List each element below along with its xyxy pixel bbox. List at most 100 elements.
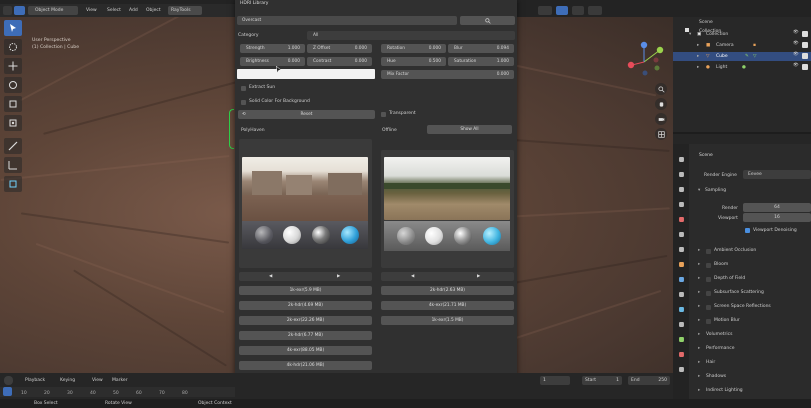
editor-type-button[interactable] [3, 6, 12, 15]
panel-expand-icon[interactable]: ▸ [698, 248, 700, 253]
panel-enable-checkbox[interactable] [706, 263, 711, 268]
solid-color-checkbox[interactable] [241, 100, 246, 105]
measure-tool[interactable] [4, 157, 22, 173]
constraints-tab-icon[interactable] [676, 319, 686, 329]
extract-sun-checkbox[interactable] [241, 86, 246, 91]
panel-enable-checkbox[interactable] [706, 319, 711, 324]
timeline-menu-keying[interactable]: Keying [60, 378, 75, 383]
panel-expand-icon[interactable]: ▸ [698, 304, 700, 309]
playhead[interactable] [3, 387, 12, 396]
prev-icon[interactable]: ◀ [269, 272, 272, 281]
raytools-menu[interactable]: RayTools [168, 6, 202, 15]
polyhaven-download-button[interactable]: 1k-exr(5.9 MB) [239, 286, 372, 295]
collection-tab-icon[interactable] [676, 244, 686, 254]
properties-panel-title[interactable]: Depth of Field [714, 276, 745, 281]
panel-enable-checkbox[interactable] [706, 277, 711, 282]
polyhaven-download-button[interactable]: 4k-exr(88.05 MB) [239, 346, 372, 355]
render-icon[interactable] [802, 64, 808, 70]
render-engine-select[interactable]: Eevee [743, 170, 811, 179]
render-tab-icon[interactable] [676, 169, 686, 179]
solid-color-swatch[interactable] [237, 69, 375, 79]
sampling-panel-title[interactable]: Sampling [705, 188, 726, 193]
render-icon[interactable] [802, 53, 808, 59]
show-all-button[interactable]: Show All [427, 125, 512, 134]
menu-view[interactable]: View [86, 7, 97, 15]
panel-expand-icon[interactable]: ▸ [698, 262, 700, 267]
polyhaven-download-button[interactable]: 4k-hdr(21.06 MB) [239, 361, 372, 370]
visibility-eye-icon[interactable]: 👁 [793, 41, 799, 46]
properties-panel-title[interactable]: Subsurface Scattering [714, 290, 764, 295]
strength-field[interactable]: Strength 1.000 [240, 44, 305, 53]
panel-expand-icon[interactable]: ▸ [698, 374, 700, 379]
panel-enable-checkbox[interactable] [706, 291, 711, 296]
scene-tab-icon[interactable] [676, 214, 686, 224]
sampling-expand-icon[interactable]: ▾ [698, 188, 700, 193]
object-tab-icon[interactable] [676, 259, 686, 269]
render-icon[interactable] [802, 42, 808, 48]
render-samples-field[interactable]: 64 [743, 203, 811, 212]
grid-view-icon[interactable] [655, 128, 667, 140]
properties-panel-title[interactable]: Bloom [714, 262, 728, 267]
transform-orientation-icon[interactable] [538, 6, 552, 15]
start-frame-field[interactable]: Start 1 [582, 376, 622, 385]
mix-factor-field[interactable]: Mix Factor 0.000 [381, 70, 514, 79]
saturation-field[interactable]: Saturation 1.000 [448, 57, 514, 66]
reset-button[interactable]: ⟲ Reset [238, 110, 375, 119]
properties-panel-title[interactable]: Motion Blur [714, 318, 740, 323]
view-layer-tab-icon[interactable] [676, 199, 686, 209]
end-frame-field[interactable]: End 250 [628, 376, 670, 385]
snap-icon[interactable] [572, 6, 584, 15]
offline-download-button[interactable]: 4k-exr(21.71 MB) [381, 301, 514, 310]
timeline-menu-view[interactable]: View [92, 378, 103, 383]
offline-download-button[interactable]: 1k-exr(1.5 MB) [381, 316, 514, 325]
modifier-tab-icon[interactable] [676, 274, 686, 284]
outliner-collection-row[interactable]: ▾ ▣ Collection [673, 30, 811, 39]
output-tab-icon[interactable] [676, 184, 686, 194]
blur-field[interactable]: Blur 0.094 [448, 44, 514, 53]
particles-tab-icon[interactable] [676, 289, 686, 299]
world-tab-icon[interactable] [676, 229, 686, 239]
expand-icon[interactable]: ▾ [689, 30, 691, 39]
material-tab-icon[interactable] [676, 349, 686, 359]
polyhaven-download-button[interactable]: 2k-hdr(6.77 MB) [239, 331, 372, 340]
rotation-field[interactable]: Rotation 0.000 [381, 44, 446, 53]
zoom-icon[interactable] [655, 83, 667, 95]
properties-panel-title[interactable]: Screen Space Reflections [714, 304, 771, 309]
pivot-icon[interactable] [556, 6, 568, 15]
cursor-tool[interactable] [4, 39, 22, 55]
panel-expand-icon[interactable]: ▸ [698, 290, 700, 295]
properties-panel-title[interactable]: Indirect Lighting [706, 388, 743, 393]
expand-icon[interactable]: ▸ [697, 41, 699, 50]
hue-field[interactable]: Hue 0.500 [381, 57, 446, 66]
properties-panel-title[interactable]: Shadows [706, 374, 726, 379]
texture-tab-icon[interactable] [676, 364, 686, 374]
outliner-light-row[interactable]: ▸ ● Light ● [673, 63, 811, 72]
properties-panel-title[interactable]: Ambient Occlusion [714, 248, 756, 253]
next-icon[interactable]: ▶ [337, 272, 340, 281]
category-select[interactable]: All [307, 31, 515, 40]
expand-icon[interactable]: ▸ [697, 63, 699, 72]
panel-enable-checkbox[interactable] [706, 305, 711, 310]
viewport-samples-field[interactable]: 16 [743, 213, 811, 222]
panel-expand-icon[interactable]: ▸ [698, 276, 700, 281]
timeline-menu-playback[interactable]: Playback [25, 378, 45, 383]
camera-view-icon[interactable] [655, 113, 667, 125]
outliner-camera-row[interactable]: ▸ ■ Camera ▪ [673, 41, 811, 50]
properties-panel-title[interactable]: Hair [706, 360, 715, 365]
hdri-search-field[interactable]: Overcast [237, 16, 457, 25]
transform-tool[interactable] [4, 115, 22, 131]
scale-tool[interactable] [4, 96, 22, 112]
offline-hdri-image[interactable] [384, 157, 510, 220]
panel-expand-icon[interactable]: ▸ [698, 360, 700, 365]
z-offset-field[interactable]: Z Offset 0.000 [307, 44, 372, 53]
annotate-tool[interactable] [4, 138, 22, 154]
timeline-menu-marker[interactable]: Marker [112, 378, 128, 383]
proportional-edit-icon[interactable] [588, 6, 602, 15]
visibility-eye-icon[interactable]: 👁 [793, 63, 799, 68]
hdri-search-button[interactable] [460, 16, 515, 25]
polyhaven-download-button[interactable]: 2k-hdr(4.69 MB) [239, 301, 372, 310]
timeline-editor-icon[interactable] [4, 376, 13, 385]
move-tool[interactable] [4, 58, 22, 74]
visibility-eye-icon[interactable]: 👁 [793, 30, 799, 35]
panel-enable-checkbox[interactable] [706, 249, 711, 254]
